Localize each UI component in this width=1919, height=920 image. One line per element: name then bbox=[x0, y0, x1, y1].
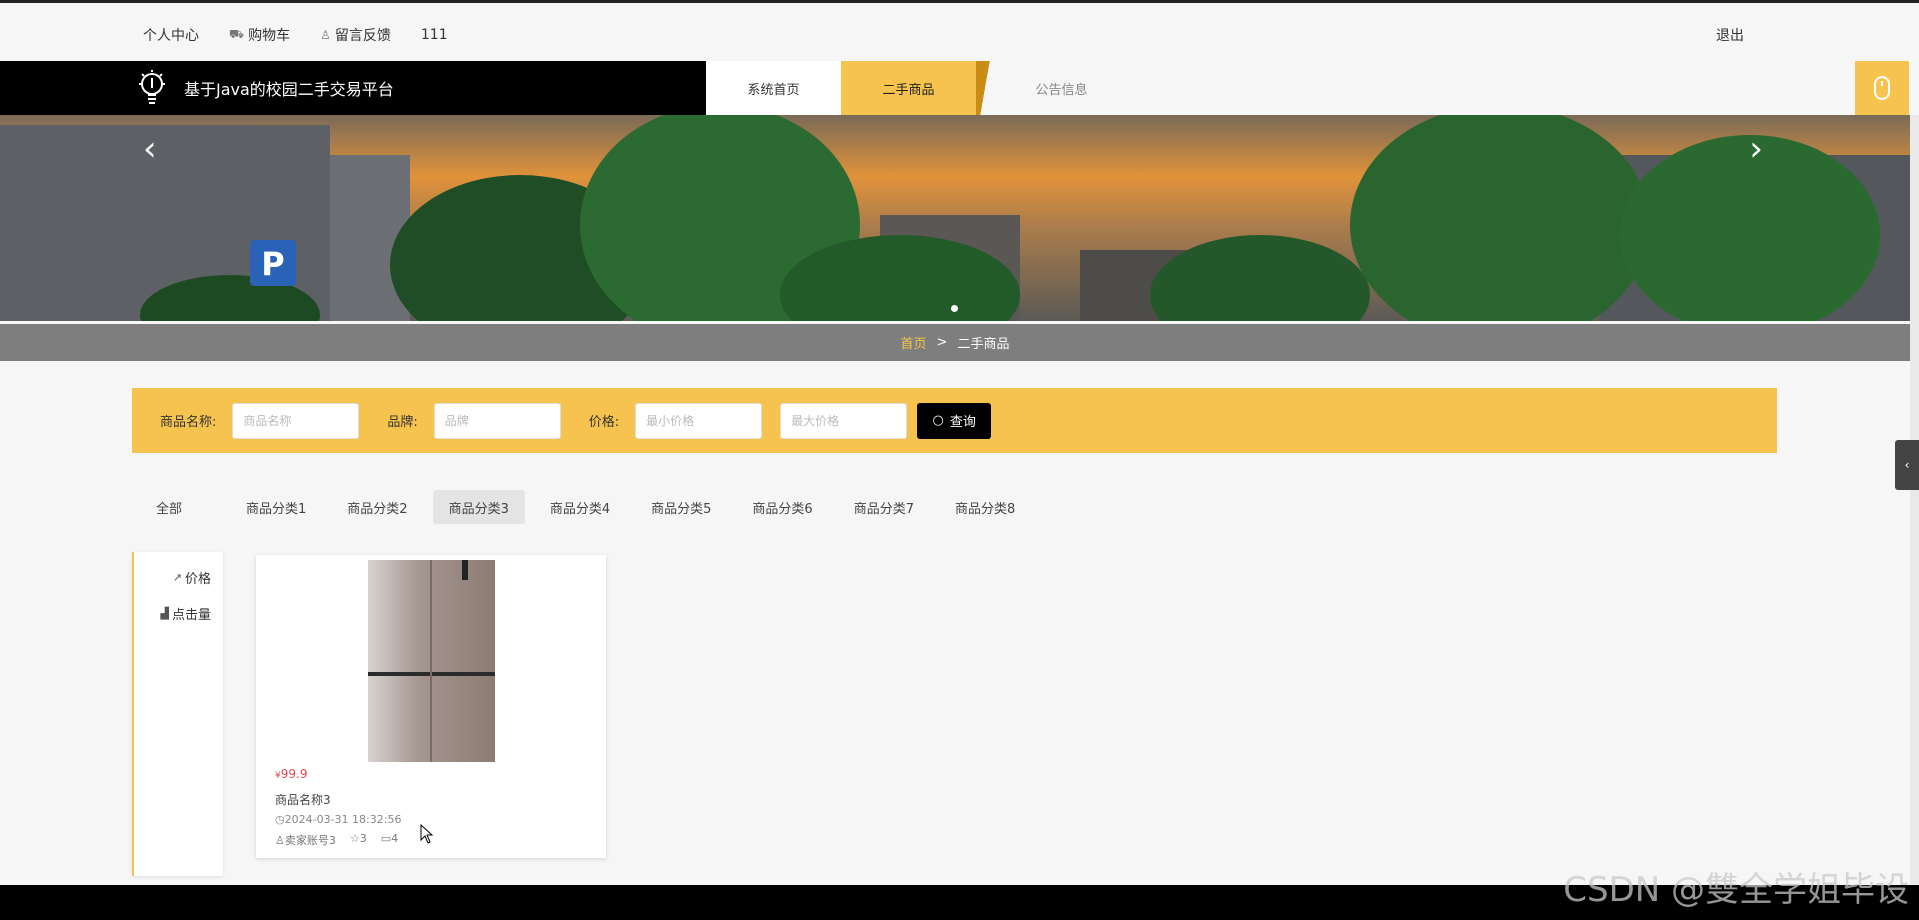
nav-item-home[interactable]: 系统首页 bbox=[706, 61, 841, 115]
brand-label: 品牌: bbox=[387, 415, 418, 430]
mouse-cursor-icon bbox=[420, 824, 434, 844]
favorites: ☆3 bbox=[350, 832, 367, 848]
side-collapse-tab[interactable]: ‹ bbox=[1895, 440, 1919, 490]
product-meta: ♙卖家账号3 ☆3 ▭4 bbox=[275, 832, 412, 848]
sort-by-clicks[interactable]: ▟ 点击量 bbox=[161, 604, 211, 623]
category-tabs: 全部 商品分类1 商品分类2 商品分类3 商品分类4 商品分类5 商品分类6 商… bbox=[140, 490, 1040, 524]
bar-chart-icon: ▟ bbox=[160, 607, 169, 620]
search-button-label: 查询 bbox=[949, 415, 976, 430]
chevron-left-icon: ‹ bbox=[1904, 458, 1910, 472]
top-links: 个人中心 ⛟ 购物车 ♙ 留言反馈 111 bbox=[143, 25, 478, 45]
category-7[interactable]: 商品分类7 bbox=[838, 490, 930, 524]
cart-link[interactable]: ⛟ 购物车 bbox=[229, 25, 290, 45]
mouse-icon-button[interactable] bbox=[1855, 61, 1909, 115]
breadcrumb: 首页 > 二手商品 bbox=[0, 324, 1910, 361]
product-name-input[interactable] bbox=[232, 402, 360, 439]
sort-by-price[interactable]: ↗ 价格 bbox=[173, 568, 211, 587]
banner-prev-arrow[interactable]: ‹ bbox=[143, 129, 157, 169]
category-8[interactable]: 商品分类8 bbox=[939, 490, 1031, 524]
feedback-link[interactable]: ♙ 留言反馈 bbox=[320, 25, 391, 45]
product-image[interactable] bbox=[368, 560, 495, 762]
comments: ▭4 bbox=[381, 832, 398, 848]
user-icon: ♙ bbox=[320, 28, 331, 42]
time-value: 2024-03-31 18:32:56 bbox=[284, 813, 402, 826]
watermark: CSDN @雙全学姐毕设 bbox=[1563, 870, 1909, 910]
seller-value: 卖家账号3 bbox=[284, 834, 336, 847]
category-6[interactable]: 商品分类6 bbox=[736, 490, 828, 524]
trend-icon: ↗ bbox=[172, 571, 182, 584]
search-icon: ○ bbox=[932, 413, 944, 428]
search-bar: 商品名称: 品牌: 价格: ○ 查询 bbox=[132, 388, 1777, 453]
feedback-label: 留言反馈 bbox=[334, 28, 391, 44]
breadcrumb-separator: > bbox=[936, 335, 948, 350]
clock-icon: ◷ bbox=[275, 813, 285, 826]
hero-banner: P ‹ › bbox=[0, 115, 1910, 321]
campus-photo: P bbox=[0, 115, 1910, 321]
main-navbar: 基于Java的校园二手交易平台 系统首页 二手商品 公告信息 bbox=[0, 61, 1919, 115]
category-1[interactable]: 商品分类1 bbox=[230, 490, 322, 524]
breadcrumb-current: 二手商品 bbox=[957, 337, 1010, 352]
price-value: 99.9 bbox=[280, 767, 308, 781]
brand-bar: 基于Java的校园二手交易平台 bbox=[0, 61, 706, 115]
product-card[interactable]: ¥99.9 商品名称3 ◷2024-03-31 18:32:56 ♙卖家账号3 … bbox=[256, 555, 606, 858]
mouse-icon bbox=[1874, 76, 1890, 100]
category-5[interactable]: 商品分类5 bbox=[635, 490, 727, 524]
favorites-value: 3 bbox=[359, 832, 367, 845]
truck-icon: ⛟ bbox=[229, 27, 245, 41]
username-label: 111 bbox=[420, 27, 448, 43]
banner-pagination-dot[interactable] bbox=[951, 305, 958, 312]
search-button[interactable]: ○ 查询 bbox=[917, 402, 992, 439]
username-link[interactable]: 111 bbox=[421, 27, 448, 43]
site-title: 基于Java的校园二手交易平台 bbox=[184, 80, 394, 99]
nav-links: 系统首页 二手商品 公告信息 bbox=[706, 61, 1129, 115]
product-time: ◷2024-03-31 18:32:56 bbox=[275, 813, 401, 826]
product-name: 商品名称3 bbox=[275, 793, 331, 807]
lightbulb-logo-icon bbox=[134, 68, 170, 108]
nav-item-notices[interactable]: 公告信息 bbox=[994, 61, 1129, 115]
personal-center-link[interactable]: 个人中心 bbox=[143, 25, 199, 45]
star-icon: ☆ bbox=[349, 832, 360, 845]
seller: ♙卖家账号3 bbox=[275, 832, 336, 848]
brand-input[interactable] bbox=[433, 402, 561, 439]
top-bar: 个人中心 ⛟ 购物车 ♙ 留言反馈 111 退出 bbox=[0, 0, 1919, 62]
comment-icon: ▭ bbox=[380, 832, 392, 845]
comments-value: 4 bbox=[391, 832, 399, 845]
category-3[interactable]: 商品分类3 bbox=[432, 490, 525, 524]
category-all[interactable]: 全部 bbox=[140, 490, 198, 524]
sort-panel: ↗ 价格 ▟ 点击量 bbox=[132, 552, 223, 876]
sort-clicks-label: 点击量 bbox=[171, 608, 211, 623]
cart-label: 购物车 bbox=[248, 28, 291, 44]
logout-link[interactable]: 退出 bbox=[1716, 25, 1744, 45]
banner-next-arrow[interactable]: › bbox=[1749, 129, 1763, 169]
min-price-input[interactable] bbox=[635, 402, 763, 439]
personal-center-label: 个人中心 bbox=[143, 28, 199, 44]
product-price: ¥99.9 bbox=[275, 767, 307, 781]
sort-price-label: 价格 bbox=[184, 572, 211, 587]
breadcrumb-home[interactable]: 首页 bbox=[901, 333, 927, 352]
price-label: 价格: bbox=[588, 415, 620, 430]
user-icon: ♙ bbox=[275, 834, 285, 847]
svg-text:P: P bbox=[261, 245, 284, 283]
category-2[interactable]: 商品分类2 bbox=[331, 490, 423, 524]
category-4[interactable]: 商品分类4 bbox=[534, 490, 626, 524]
max-price-input[interactable] bbox=[780, 402, 908, 439]
nav-item-secondhand[interactable]: 二手商品 bbox=[841, 61, 994, 115]
product-name-label: 商品名称: bbox=[160, 415, 217, 430]
